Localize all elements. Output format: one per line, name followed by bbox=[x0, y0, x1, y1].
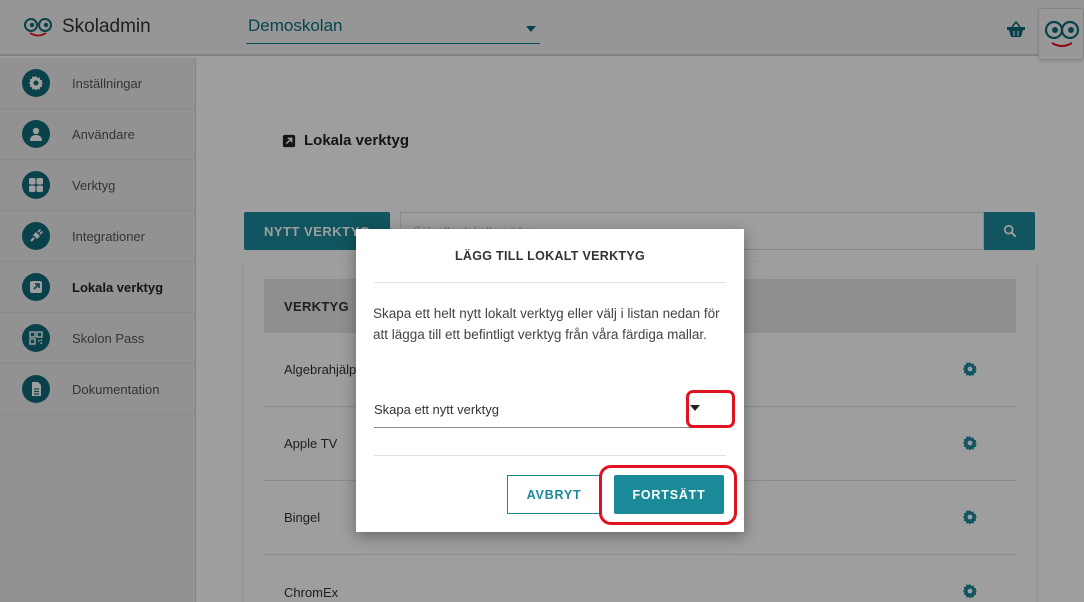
template-select[interactable]: Skapa ett nytt verktyg bbox=[374, 392, 718, 428]
cancel-button[interactable]: AVBRYT bbox=[507, 475, 601, 514]
dialog-description: Skapa ett helt nytt lokalt verktyg eller… bbox=[373, 306, 720, 342]
divider bbox=[374, 455, 726, 456]
highlight-dropdown-annotation bbox=[686, 390, 735, 428]
template-select-value: Skapa ett nytt verktyg bbox=[374, 402, 500, 417]
dialog-title: LÄGG TILL LOKALT VERKTYG bbox=[374, 229, 726, 283]
highlight-continue-annotation bbox=[599, 465, 737, 525]
